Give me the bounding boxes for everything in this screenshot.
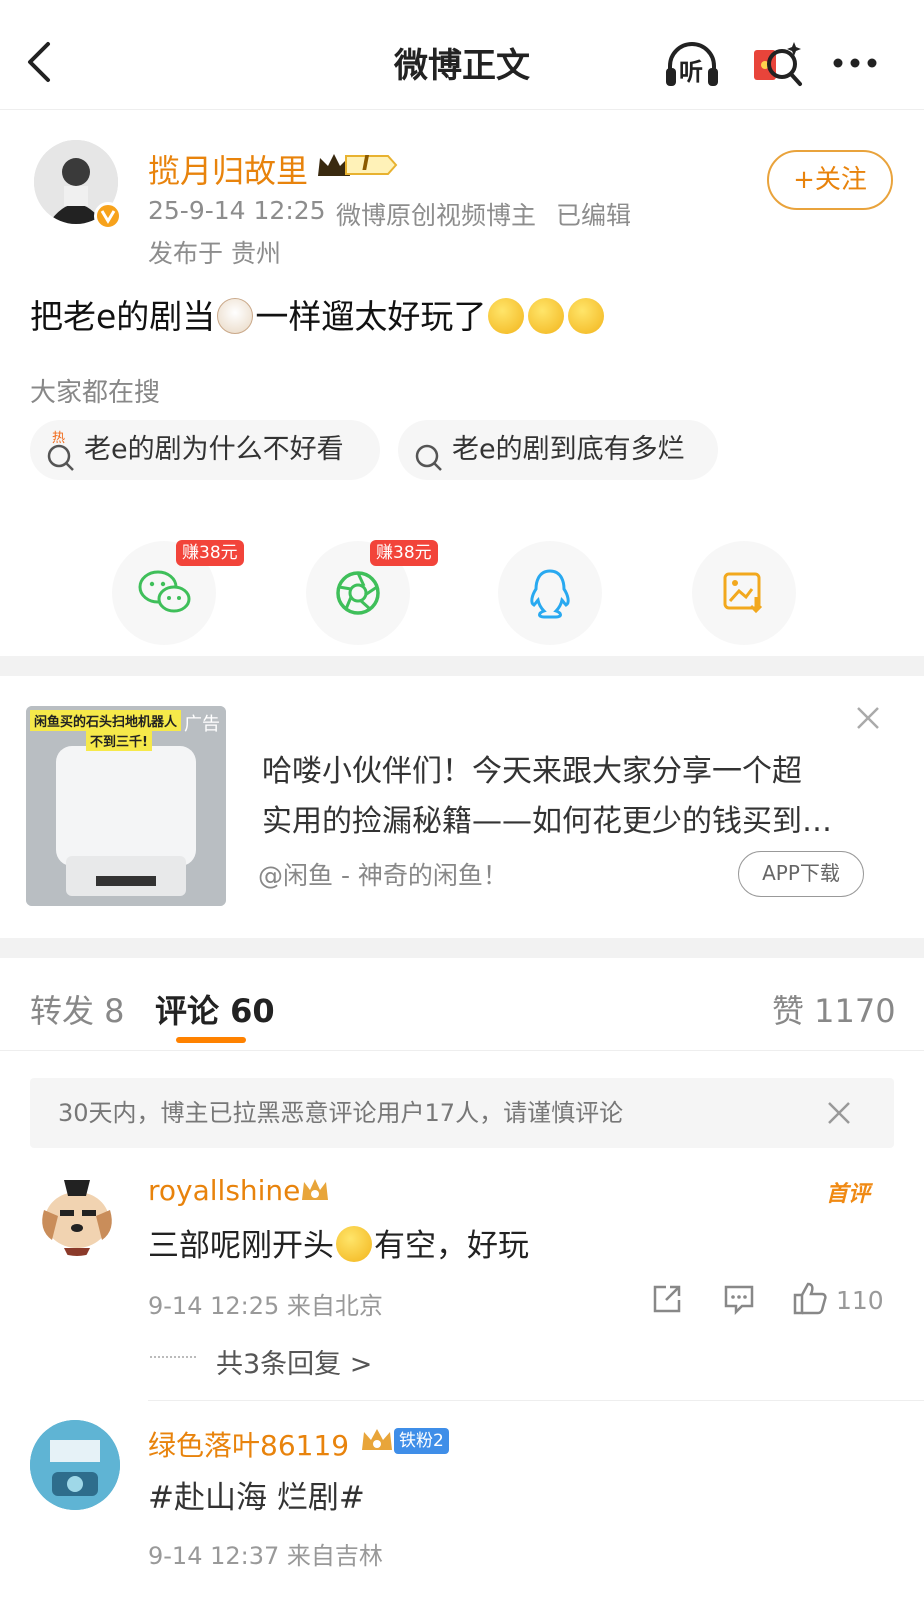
view-replies-link[interactable]: 共3条回复 >: [216, 1342, 372, 1381]
earn-badge: 赚38元: [370, 540, 438, 566]
moments-aperture-icon: [336, 571, 380, 615]
search-icon: [414, 435, 444, 471]
first-comment-tag: 首评: [826, 1182, 871, 1207]
trending-search-text: 老e的剧到底有多烂: [452, 434, 685, 465]
post-text-part2: 一样遛太好玩了: [255, 297, 487, 336]
commenter-name[interactable]: 绿色落叶86119: [148, 1424, 349, 1464]
ad-image[interactable]: 闲鱼买的石头扫地机器人 不到三千! 广告: [26, 706, 226, 906]
hot-search-icon: 热: [46, 431, 76, 471]
surprised-emoji-icon: [568, 298, 605, 334]
close-ad-icon[interactable]: [854, 704, 882, 732]
ad-text-line2[interactable]: 实用的捡漏秘籍——如何花更少的钱买到…: [262, 796, 832, 840]
comment-meta: 9-14 12:25 来自北京: [148, 1292, 383, 1320]
wechat-icon: [138, 570, 191, 613]
active-tab-indicator: [176, 1037, 246, 1043]
comment-notice: 30天内，博主已拉黑恶意评论用户17人，请谨慎评论: [30, 1078, 894, 1148]
tab-repost[interactable]: 转发 8: [30, 986, 125, 1032]
post-text-part1: 把老e的剧当: [30, 297, 216, 336]
like-count: 110: [836, 1286, 884, 1315]
more-icon[interactable]: [828, 38, 884, 90]
follow-button[interactable]: +关注: [767, 150, 893, 210]
reply-dots: [150, 1356, 196, 1358]
top-nav-bar: 微博正文 听: [0, 0, 924, 110]
comment-meta: 9-14 12:37 来自吉林: [148, 1542, 383, 1570]
close-notice-icon[interactable]: [826, 1100, 852, 1126]
repost-icon[interactable]: [650, 1282, 684, 1316]
fan-level-badge: 铁粉2: [394, 1428, 449, 1454]
post-location: 发布于 贵州: [148, 239, 281, 268]
verified-badge-icon: [94, 202, 122, 230]
ad-image-caption-2: 不到三千!: [86, 730, 152, 751]
save-image-button[interactable]: [692, 541, 796, 645]
ad-text-line1[interactable]: 哈喽小伙伴们！今天来跟大家分享一个超: [262, 746, 802, 790]
tab-likes[interactable]: 赞 1170: [772, 986, 896, 1032]
save-image-icon: [723, 572, 763, 614]
commenter-avatar[interactable]: [34, 1170, 120, 1256]
comment-text-part1: 三部呢刚开头: [148, 1228, 334, 1264]
comment-text-part2: 有空，好玩: [374, 1228, 529, 1264]
comment-text: #赴山海 烂剧#: [148, 1480, 365, 1516]
section-divider: [0, 656, 924, 676]
listen-label: 听: [679, 58, 703, 86]
earn-badge: 赚38元: [176, 540, 244, 566]
crown-badge-icon: [300, 1176, 330, 1204]
app-download-button[interactable]: APP下载: [738, 851, 864, 897]
grin-emoji-icon: [336, 1226, 372, 1262]
post-time: 25-9-14 12:25: [148, 196, 326, 225]
ad-source[interactable]: @闲鱼 - 神奇的闲鱼！: [258, 856, 508, 892]
ad-image-caption: 闲鱼买的石头扫地机器人: [30, 710, 182, 731]
section-divider: [0, 938, 924, 958]
surprised-emoji-icon: [528, 298, 565, 334]
comment-divider: [148, 1400, 924, 1401]
commenter-avatar[interactable]: [30, 1420, 120, 1510]
post-text: 把老e的剧当 一样遛太好玩了: [30, 290, 606, 338]
trending-search-item[interactable]: 老e的剧到底有多烂: [398, 420, 718, 480]
vip-crown-badge: I: [316, 150, 398, 180]
trending-search-text: 老e的剧为什么不好看: [84, 434, 344, 465]
trending-title: 大家都在搜: [30, 378, 161, 408]
edited-label: 已编辑: [556, 201, 632, 230]
crown-badge-icon: [360, 1426, 394, 1454]
search-red-packet-icon[interactable]: [750, 38, 806, 90]
like-thumb-icon[interactable]: [792, 1280, 828, 1316]
trending-search-item[interactable]: 热 老e的剧为什么不好看: [30, 420, 380, 480]
dog-emoji-icon: [217, 298, 254, 334]
ad-tag: 广告: [184, 714, 220, 735]
post-source: 微博原创视频博主: [336, 201, 537, 230]
qq-penguin-icon: [530, 569, 570, 619]
comment-icon[interactable]: [722, 1282, 756, 1316]
tab-comments[interactable]: 评论 60: [155, 986, 275, 1032]
divider: [0, 1050, 924, 1051]
author-name[interactable]: 揽月归故里: [148, 146, 308, 192]
share-qq-button[interactable]: [498, 541, 602, 645]
comment-text: 三部呢刚开头 有空，好玩: [148, 1220, 529, 1265]
notice-text: 30天内，博主已拉黑恶意评论用户17人，请谨慎评论: [58, 1099, 624, 1127]
listen-headphones-icon[interactable]: 听: [664, 38, 720, 90]
commenter-name[interactable]: royallshine: [148, 1174, 300, 1207]
surprised-emoji-icon: [488, 298, 525, 334]
